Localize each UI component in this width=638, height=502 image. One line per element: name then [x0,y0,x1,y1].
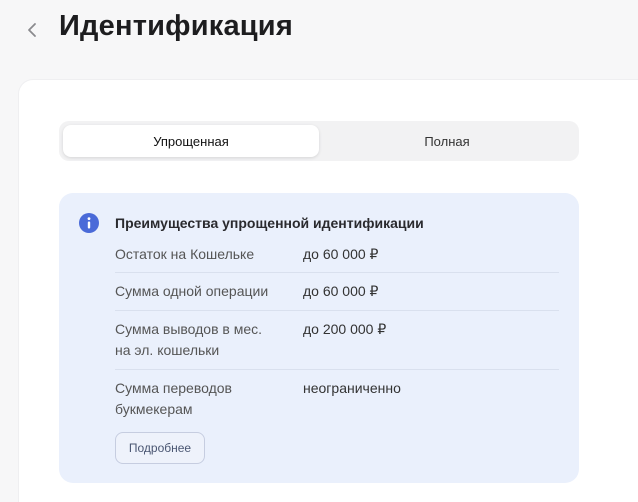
benefits-panel: Преимущества упрощенной идентификации Ос… [59,193,579,483]
benefit-row: Сумма переводов букмекерам неограниченно [115,370,559,420]
benefit-label-line: Сумма выводов в мес. [115,321,263,337]
benefit-row: Остаток на Кошельке до 60 000 ₽ [115,237,559,273]
header: Идентификация [0,0,638,60]
benefit-label-line: букмекерам [115,401,193,417]
back-button[interactable] [22,18,42,42]
benefit-value: до 60 000 ₽ [303,246,379,262]
benefit-label: Сумма выводов в мес. на эл. кошельки [115,319,303,361]
page-title: Идентификация [59,10,293,42]
benefits-list: Остаток на Кошельке до 60 000 ₽ Сумма од… [115,237,559,420]
benefit-row: Сумма одной операции до 60 000 ₽ [115,273,559,311]
info-icon [79,213,99,233]
tab-full[interactable]: Полная [319,125,575,157]
identification-type-tabs: Упрощенная Полная [59,121,579,161]
chevron-left-icon [28,23,36,37]
benefit-value: неограниченно [303,380,401,396]
benefit-label: Сумма одной операции [115,283,269,299]
benefit-label: Сумма переводов букмекерам [115,378,303,420]
benefit-label: Остаток на Кошельке [115,246,255,262]
benefit-value: до 60 000 ₽ [303,283,379,299]
benefit-value: до 200 000 ₽ [303,321,387,337]
benefit-label-line: на эл. кошельки [115,342,220,358]
benefits-title: Преимущества упрощенной идентификации [115,215,424,231]
benefit-label-line: Сумма переводов [115,380,232,396]
more-details-button[interactable]: Подробнее [115,432,205,464]
tab-simplified[interactable]: Упрощенная [63,125,319,157]
benefit-row: Сумма выводов в мес. на эл. кошельки до … [115,311,559,370]
